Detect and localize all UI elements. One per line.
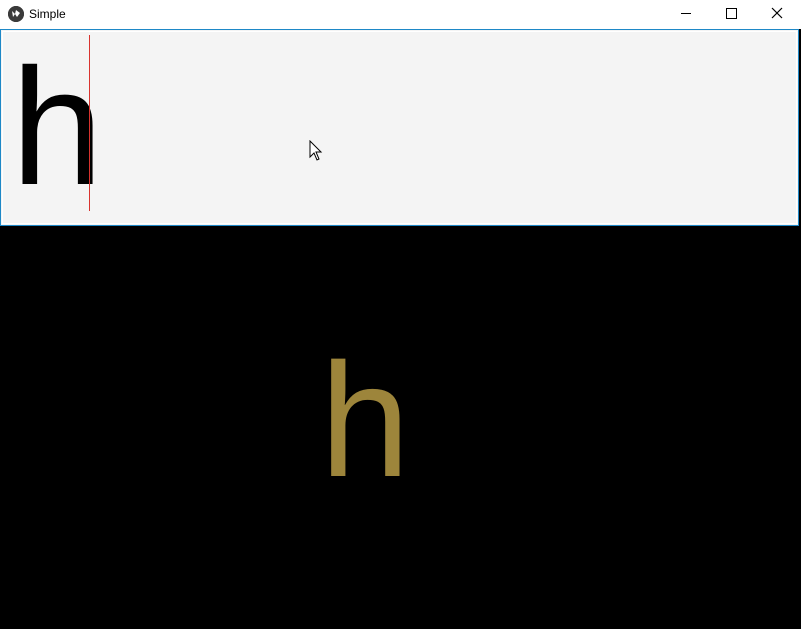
maximize-icon (726, 8, 737, 19)
maximize-button[interactable] (709, 0, 755, 29)
title-bar[interactable]: Simple (0, 0, 801, 29)
output-label: h (319, 330, 411, 511)
kivy-logo-icon (8, 6, 24, 22)
close-icon (771, 7, 783, 19)
app-window: Simple h h (0, 0, 801, 629)
minimize-icon (681, 13, 691, 14)
text-caret (89, 35, 90, 211)
window-title: Simple (29, 7, 66, 21)
text-input[interactable]: h (0, 29, 799, 226)
close-button[interactable] (755, 0, 801, 29)
arrow-cursor-icon (309, 140, 323, 162)
minimize-button[interactable] (663, 0, 709, 29)
